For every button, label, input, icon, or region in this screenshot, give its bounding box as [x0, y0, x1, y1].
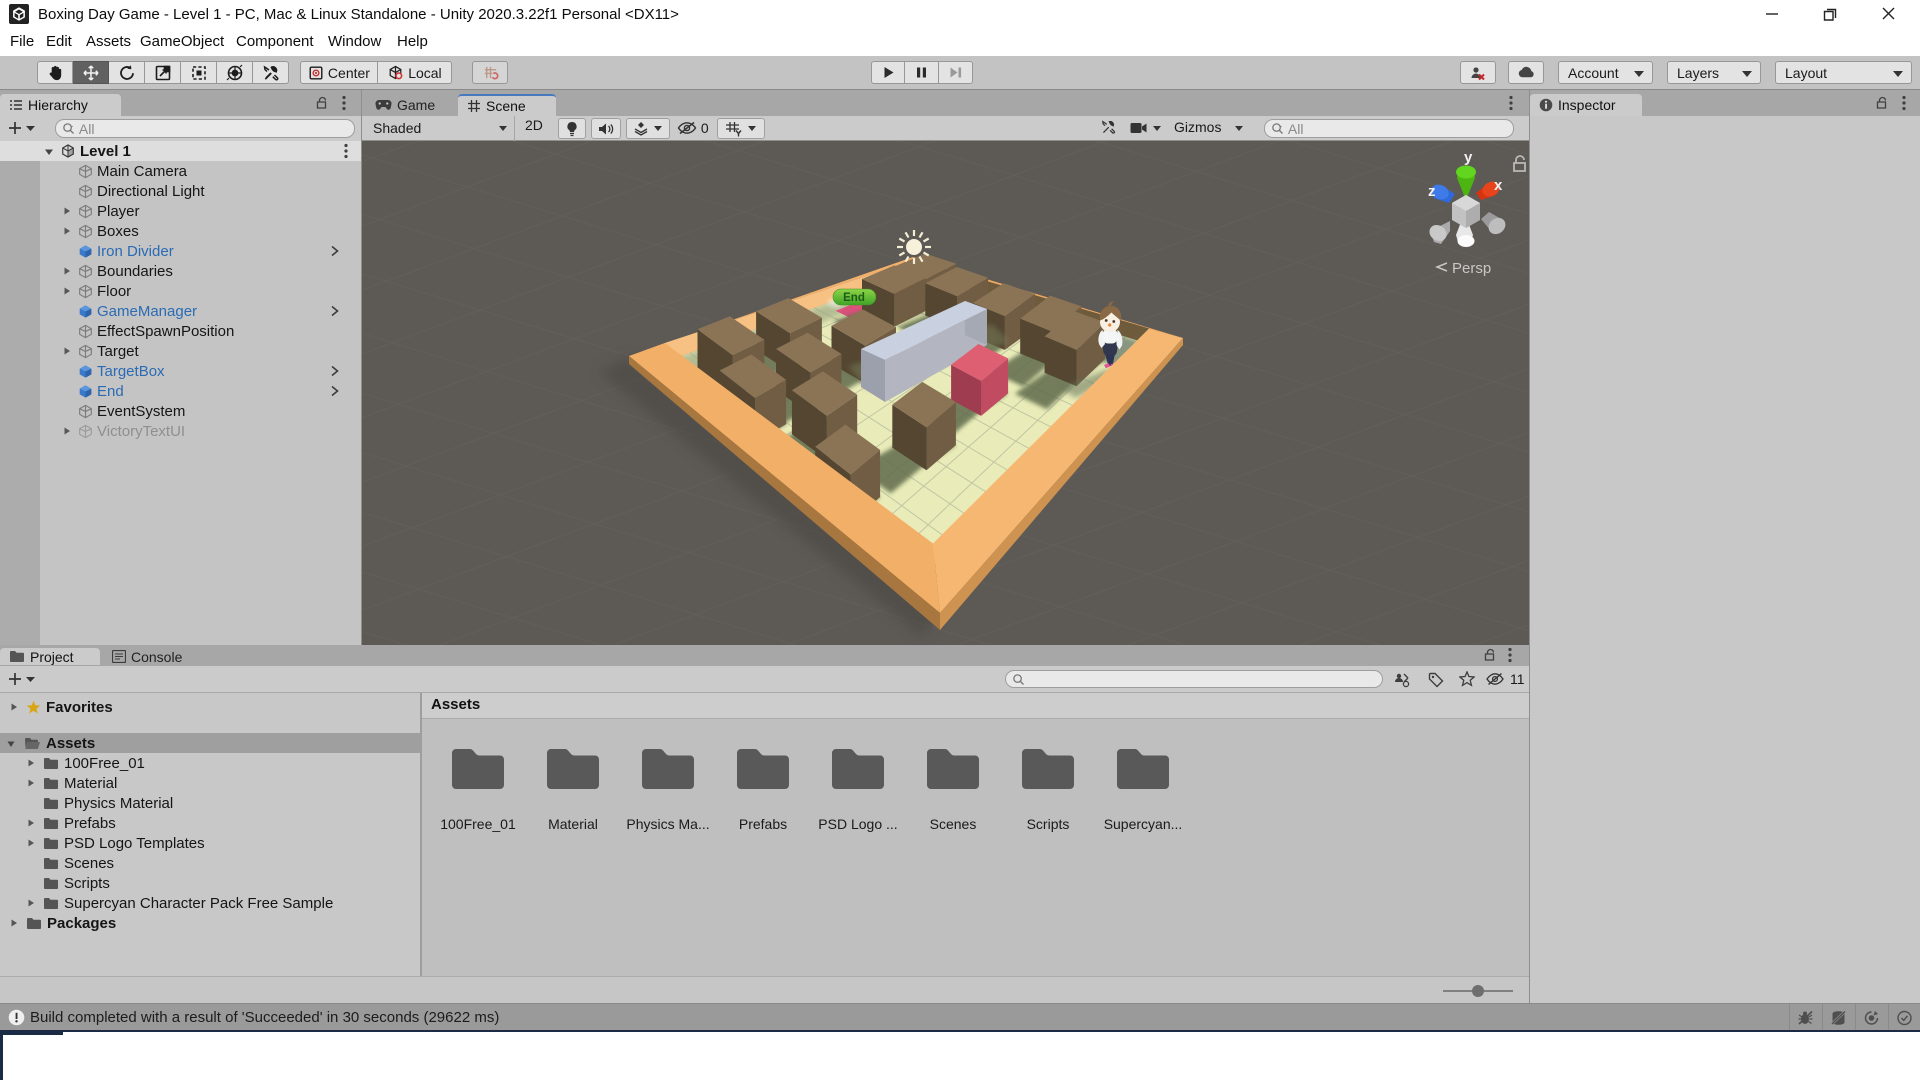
svg-text:z: z — [1428, 183, 1436, 200]
svg-text:x: x — [1494, 177, 1503, 194]
svg-text:Persp: Persp — [1452, 260, 1491, 277]
svg-text:End: End — [843, 292, 865, 304]
svg-text:y: y — [1464, 149, 1473, 166]
